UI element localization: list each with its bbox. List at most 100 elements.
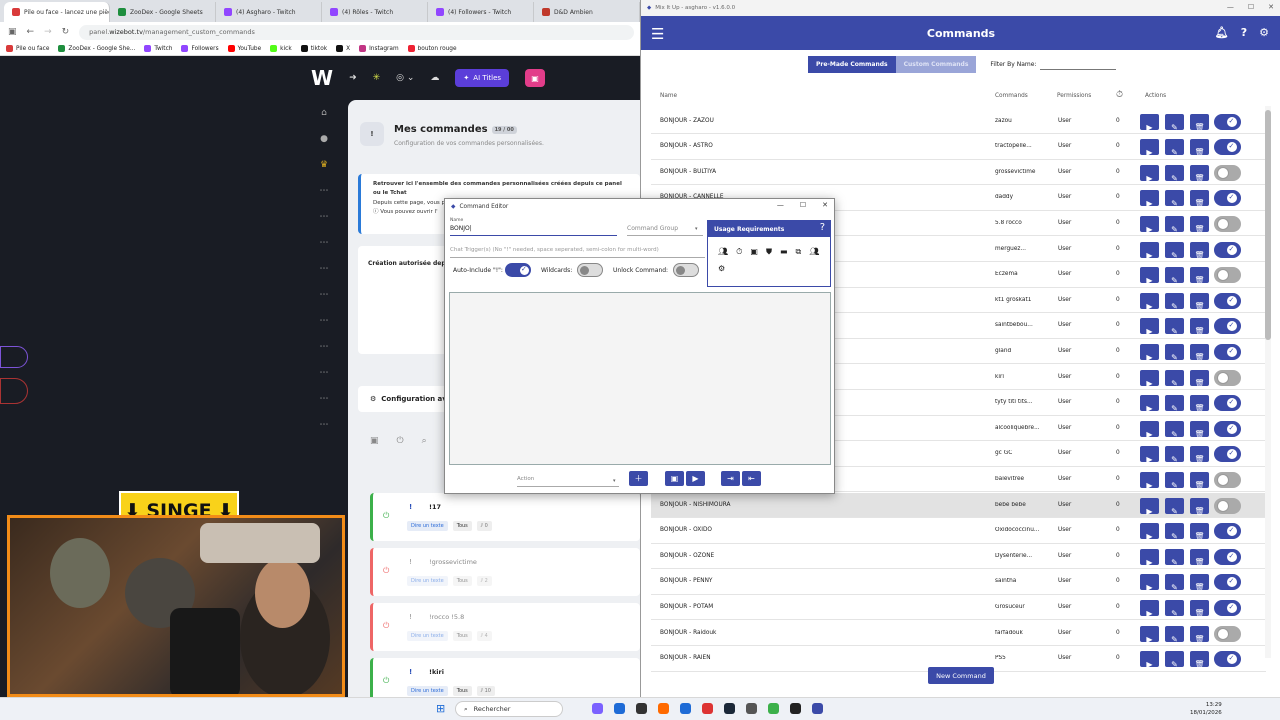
play-button[interactable]: ▶ (1140, 369, 1159, 388)
browser-tab[interactable]: (4) Rôles - Twitch (322, 2, 428, 22)
windows-start-icon[interactable]: ⊞ (436, 702, 449, 715)
enable-toggle[interactable]: ✓ (1214, 523, 1241, 540)
edit-button[interactable]: ✎ (1165, 599, 1184, 618)
browser-icon[interactable] (680, 703, 691, 714)
browser-tab[interactable]: D&D Ambien (534, 2, 640, 22)
more-icon[interactable]: ⋯ (320, 288, 329, 302)
command-row[interactable]: BONJOUR - Raidouk farfadouk User 0 ▶ ✎ 🗑︎ (651, 621, 1266, 647)
wizebot-logo[interactable]: W (311, 66, 333, 90)
bookmark-item[interactable]: Twitch (144, 45, 172, 52)
enable-toggle[interactable]: ✓ (1214, 651, 1241, 668)
command-row[interactable]: BONJOUR - BULTIYA grossevictime User 0 ▶ ✎ 🗑︎ (651, 160, 1266, 186)
command-card[interactable]: ⏻! !kiri Dire un texte Tous ⫽ 10 (370, 658, 640, 697)
play-button[interactable]: ▶ (1140, 164, 1159, 183)
enable-toggle[interactable] (1214, 471, 1241, 488)
enable-toggle[interactable]: ✓ (1214, 574, 1241, 591)
power-status-icon[interactable]: ⏻ (383, 566, 389, 576)
delete-button[interactable]: 🗑︎ (1190, 369, 1209, 388)
notification-bell-icon[interactable]: 🔔︎ (1215, 26, 1229, 39)
more-icon[interactable]: ⋯ (320, 392, 329, 406)
enable-toggle[interactable] (1214, 625, 1241, 642)
delete-button[interactable]: 🗑︎ (1190, 625, 1209, 644)
delete-button[interactable]: 🗑︎ (1190, 651, 1209, 669)
play-button[interactable]: ▶ (1140, 548, 1159, 567)
delete-button[interactable]: 🗑︎ (1190, 471, 1209, 490)
enable-toggle[interactable] (1214, 164, 1241, 181)
more-icon[interactable]: ⋯ (320, 236, 329, 250)
enable-toggle[interactable]: ✓ (1214, 395, 1241, 412)
browser-tab[interactable]: Pile ou face - lancez une pièce × (4, 2, 110, 22)
crown-icon[interactable]: ♛ (320, 158, 328, 172)
more-icon[interactable]: ⋯ (320, 210, 329, 224)
forward-icon[interactable]: → (44, 27, 52, 37)
play-button[interactable]: ▶ (1140, 625, 1159, 644)
close-icon[interactable]: ✕ (822, 201, 828, 209)
play-button[interactable]: ▶ (1140, 215, 1159, 234)
command-card[interactable]: ⏻! !17 Dire un texte Tous ⫽ 0 (370, 493, 640, 541)
currency-icon[interactable]: ▣ (750, 247, 758, 257)
edit-button[interactable]: ✎ (1165, 318, 1184, 336)
edge-icon[interactable] (614, 703, 625, 714)
system-tray-clock[interactable]: 13:29 18/01/2026 (1190, 701, 1222, 718)
delete-button[interactable]: 🗑︎ (1190, 420, 1209, 439)
taskbar-search[interactable]: ⌕ Rechercher (455, 701, 563, 717)
app-icon[interactable] (768, 703, 779, 714)
enable-toggle[interactable]: ✓ (1214, 446, 1241, 463)
edit-button[interactable]: ✎ (1165, 267, 1184, 285)
mixitup-icon[interactable] (812, 703, 823, 714)
filter-by-name-input[interactable] (1040, 58, 1117, 70)
enable-toggle[interactable] (1214, 215, 1241, 232)
edit-button[interactable]: ✎ (1165, 625, 1184, 644)
delete-button[interactable]: 🗑︎ (1190, 523, 1209, 541)
tab-search-icon[interactable]: ▣ (8, 27, 17, 37)
browser-tab[interactable]: ZooDex - Google Sheets (110, 2, 216, 22)
command-row[interactable]: BONJOUR - OXIDO Oxidococcinu... User 0 ▶ ✎ 🗑︎ ✓ (651, 518, 1266, 544)
delete-button[interactable]: 🗑︎ (1190, 446, 1209, 464)
bookmark-item[interactable]: X (336, 45, 350, 52)
edit-button[interactable]: ✎ (1165, 497, 1184, 516)
edit-button[interactable]: ✎ (1165, 369, 1184, 388)
cooldown-icon[interactable]: ⏱ (736, 247, 742, 257)
maximize-icon[interactable]: ☐ (800, 201, 806, 209)
play-button[interactable]: ▶ (1140, 343, 1159, 362)
more-icon[interactable]: ⋯ (320, 314, 329, 328)
delete-button[interactable]: 🗑︎ (1190, 318, 1209, 336)
premade-commands-tab[interactable]: Pre-Made Commands (808, 55, 896, 73)
inventory-icon[interactable]: ▬ (780, 247, 788, 257)
url-field[interactable]: panel. wizebot.tv/management_custom_comma… (79, 24, 634, 40)
bookmark-item[interactable]: kick (270, 45, 292, 52)
delete-button[interactable]: 🗑︎ (1190, 241, 1209, 260)
scrollbar-thumb[interactable] (1265, 110, 1271, 340)
command-row[interactable]: BONJOUR - ZAZOU zazou User 0 ▶ ✎ 🗑︎ ✓ (651, 109, 1266, 135)
more-icon[interactable]: ⋯ (320, 418, 329, 432)
delete-button[interactable]: 🗑︎ (1190, 190, 1209, 208)
edit-button[interactable]: ✎ (1165, 446, 1184, 464)
play-button[interactable]: ▶ (1140, 574, 1159, 592)
command-card[interactable]: ⏻! !grossevictime Dire un texte Tous ⫽ 2 (370, 548, 640, 596)
edit-button[interactable]: ✎ (1165, 113, 1184, 132)
import-button[interactable]: ⇤ (742, 471, 761, 486)
help-icon[interactable]: ? (1241, 26, 1247, 39)
delete-button[interactable]: 🗑︎ (1190, 267, 1209, 285)
cloud-icon[interactable]: ☁ (430, 73, 439, 83)
unlock-command-toggle[interactable] (673, 263, 699, 277)
export-button[interactable]: ⇥ (721, 471, 740, 486)
command-row[interactable]: BONJOUR - OZONE Dysenterie... User 0 ▶ ✎ 🗑︎ ✓ (651, 544, 1266, 570)
delete-button[interactable]: 🗑︎ (1190, 164, 1209, 183)
edit-button[interactable]: ✎ (1165, 241, 1184, 260)
select-all-checkbox[interactable]: ▣ (370, 436, 379, 446)
edit-button[interactable]: ✎ (1165, 343, 1184, 362)
power-status-icon[interactable]: ⏻ (383, 511, 389, 521)
wildcards-toggle[interactable] (577, 263, 603, 277)
enable-toggle[interactable]: ✓ (1214, 190, 1241, 207)
edit-button[interactable]: ✎ (1165, 164, 1184, 183)
enable-toggle[interactable]: ✓ (1214, 113, 1241, 130)
steam-icon[interactable] (724, 703, 735, 714)
play-button[interactable]: ▶ (1140, 420, 1159, 439)
side-pill-purple[interactable] (0, 346, 28, 368)
bookmark-item[interactable]: ZooDex - Google She... (58, 45, 135, 52)
play-button[interactable]: ▶ (1140, 267, 1159, 285)
delete-button[interactable]: 🗑︎ (1190, 215, 1209, 234)
bookmark-item[interactable]: YouTube (227, 45, 261, 52)
browser-tab[interactable]: (4) Asgharo - Twitch (216, 2, 322, 22)
